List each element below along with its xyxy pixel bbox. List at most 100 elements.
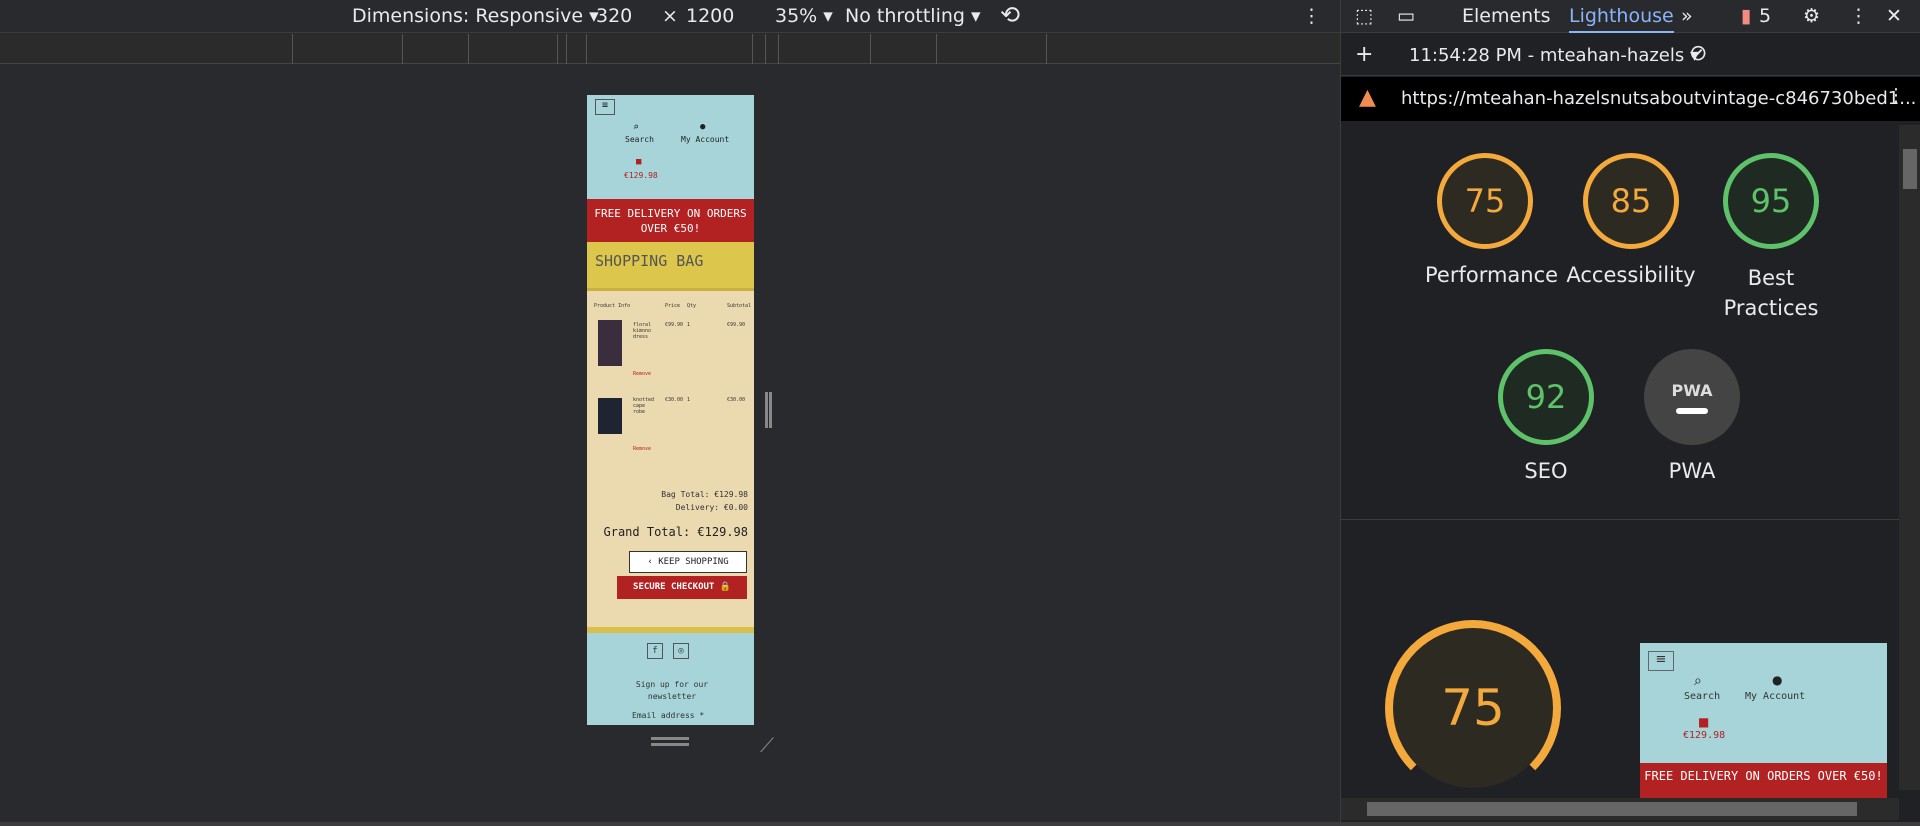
keep-shopping-label: KEEP SHOPPING: [658, 557, 729, 567]
account-icon[interactable]: ●: [700, 122, 705, 132]
item-qty[interactable]: 1: [687, 397, 690, 403]
product-image[interactable]: [598, 398, 622, 434]
search-icon: ⌕: [1694, 673, 1702, 689]
score-label: Performance: [1425, 263, 1559, 287]
item-qty[interactable]: 1: [687, 322, 690, 328]
settings-icon[interactable]: ⚙: [1803, 5, 1820, 27]
height-input[interactable]: 1200: [686, 5, 734, 27]
site-footer: f ◎ Sign up for our newsletter Email add…: [587, 627, 754, 725]
resize-handle-bottom[interactable]: [651, 737, 689, 740]
promo-banner: FREE DELIVERY ON ORDERS OVER €50!: [587, 199, 754, 242]
devtools-tabs: ⬚ ▭ Elements Lighthouse » ▮ 5 ⚙ ⋮ ✕: [1341, 0, 1920, 33]
account-label: My Account: [1745, 691, 1806, 702]
score-seo[interactable]: 92 SEO: [1486, 349, 1606, 483]
dimensions-dropdown[interactable]: Dimensions: Responsive ▾: [352, 5, 599, 27]
report-dropdown[interactable]: 11:54:28 PM - mteahan-hazels ▾: [1409, 45, 1699, 66]
add-report-icon[interactable]: +: [1355, 42, 1373, 67]
more-options-icon[interactable]: ⋮: [1849, 5, 1868, 27]
emulated-viewport[interactable]: ≡ ⌕ Search ● My Account ■ €129.98 FREE D…: [587, 95, 754, 725]
report-screenshot-thumbnail[interactable]: ≡ ⌕ Search ● My Account ■ €129.98 FREE D…: [1640, 643, 1887, 798]
lighthouse-icon: ▲: [1359, 85, 1376, 110]
bag-icon: ■: [1698, 715, 1710, 729]
divider: [1341, 519, 1909, 520]
vertical-scrollbar[interactable]: [1899, 125, 1920, 790]
score-label: Best Practices: [1723, 266, 1819, 320]
score-accessibility[interactable]: 85 Accessibility: [1561, 153, 1701, 287]
dimensions-label: Dimensions: Responsive: [352, 5, 584, 27]
score-pwa[interactable]: PWA PWA: [1632, 349, 1752, 483]
resize-handle-right[interactable]: [765, 392, 768, 428]
rotate-icon[interactable]: ⟲: [1000, 1, 1020, 29]
page-title: SHOPPING BAG: [587, 242, 754, 291]
score-best-practices[interactable]: 95 Best Practices: [1711, 153, 1831, 323]
more-tabs-icon[interactable]: »: [1681, 5, 1693, 27]
report-label: 11:54:28 PM - mteahan-hazels: [1409, 45, 1685, 66]
secure-checkout-label: SECURE CHECKOUT: [633, 582, 715, 592]
issues-count[interactable]: 5: [1759, 5, 1771, 27]
account-label[interactable]: My Account: [681, 135, 729, 144]
menu-toggle-icon[interactable]: ≡: [595, 99, 615, 115]
score-performance[interactable]: 75 Performance: [1425, 153, 1559, 287]
score-ring: 75: [1437, 153, 1533, 249]
big-score-gauge[interactable]: 75: [1385, 620, 1561, 796]
resize-handle-bottom[interactable]: [651, 743, 689, 746]
throttling-dropdown[interactable]: No throttling ▾: [845, 5, 981, 27]
media-query-ruler: [0, 34, 1340, 64]
item-price: €99.90: [665, 322, 684, 328]
device-toggle-icon[interactable]: ▭: [1397, 5, 1415, 27]
resize-handle-right[interactable]: [769, 392, 772, 428]
promo-banner: FREE DELIVERY ON ORDERS OVER €50!: [1640, 763, 1887, 798]
menu-toggle-icon: ≡: [1648, 651, 1674, 671]
zoom-dropdown[interactable]: 35% ▾: [775, 5, 833, 27]
close-icon[interactable]: ✕: [1886, 5, 1902, 27]
score-ring: 85: [1583, 153, 1679, 249]
remove-link[interactable]: Remove: [633, 371, 651, 377]
device-emulation-area: Dimensions: Responsive ▾ 320 × 1200 35% …: [0, 0, 1340, 826]
item-subtotal: €30.00: [727, 397, 746, 403]
product-image[interactable]: [598, 320, 622, 366]
bag-total: €129.98: [624, 171, 658, 180]
url-menu-icon[interactable]: ⋮: [1887, 85, 1905, 106]
clear-icon[interactable]: ⊘: [1689, 41, 1707, 66]
bag-icon[interactable]: ■: [636, 157, 641, 167]
secure-checkout-button[interactable]: SECURE CHECKOUT 🔒: [617, 576, 747, 599]
width-input[interactable]: 320: [596, 5, 632, 27]
keep-shopping-button[interactable]: ‹ KEEP SHOPPING: [629, 551, 747, 573]
instagram-icon[interactable]: ◎: [673, 643, 689, 659]
horizontal-scrollbar[interactable]: [1341, 798, 1899, 820]
search-icon[interactable]: ⌕: [633, 122, 639, 133]
header-qty: Qty: [687, 303, 697, 309]
report-url[interactable]: https://mteahan-hazelsnutsaboutvintage-c…: [1401, 88, 1916, 109]
big-score-value: 75: [1441, 679, 1505, 737]
header-product: Product Info: [594, 303, 631, 309]
delivery-summary: Delivery: €0.00: [675, 503, 748, 512]
remove-link[interactable]: Remove: [633, 446, 651, 452]
times-sign: ×: [662, 5, 678, 27]
tab-elements[interactable]: Elements: [1462, 5, 1551, 27]
score-label: SEO: [1524, 459, 1568, 483]
lighthouse-toolbar: + 11:54:28 PM - mteahan-hazels ▾ ⊘: [1341, 34, 1920, 76]
more-options-icon[interactable]: ⋮: [1302, 5, 1321, 27]
account-icon: ●: [1772, 673, 1783, 687]
scroll-thumb[interactable]: [1367, 802, 1857, 816]
tab-lighthouse[interactable]: Lighthouse: [1569, 5, 1674, 33]
issues-icon[interactable]: ▮: [1741, 5, 1751, 27]
inspect-icon[interactable]: ⬚: [1355, 5, 1373, 27]
email-label: Email address *: [632, 711, 705, 720]
search-label[interactable]: Search: [625, 135, 654, 144]
score-value: 85: [1610, 182, 1652, 220]
item-name: floral kimono dress: [633, 322, 652, 340]
item-subtotal: €99.90: [727, 322, 746, 328]
throttling-label: No throttling: [845, 5, 965, 27]
score-value: 75: [1464, 182, 1506, 220]
facebook-icon[interactable]: f: [647, 643, 663, 659]
score-label: PWA: [1668, 459, 1716, 483]
resize-corner-icon[interactable]: ⟋: [760, 733, 774, 757]
header-subtotal: Subtotal: [727, 303, 752, 309]
grand-total: Grand Total: €129.98: [603, 525, 749, 539]
bag-total: €129.98: [1683, 730, 1726, 741]
scroll-thumb[interactable]: [1903, 149, 1917, 189]
header-price: Price: [665, 303, 681, 309]
device-toolbar: Dimensions: Responsive ▾ 320 × 1200 35% …: [0, 0, 1340, 33]
score-label: Accessibility: [1566, 263, 1696, 287]
